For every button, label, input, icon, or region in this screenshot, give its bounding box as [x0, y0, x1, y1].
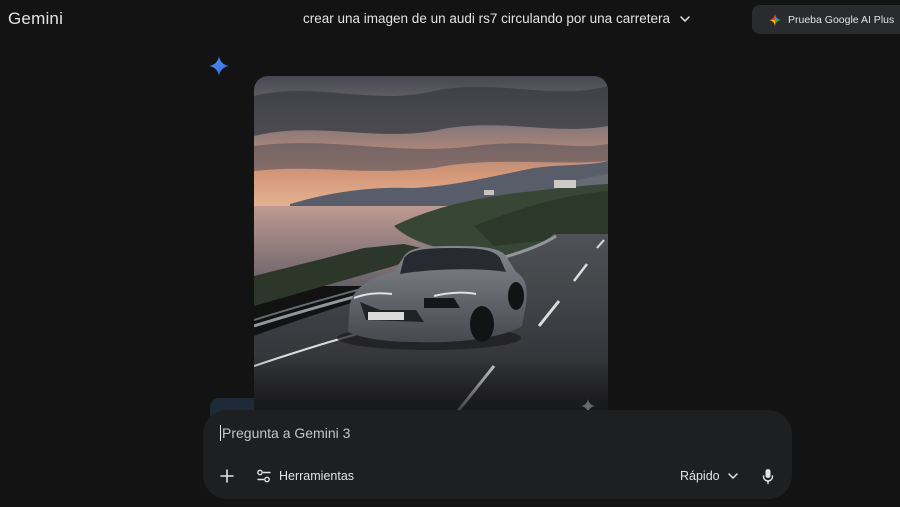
app-title[interactable]: Gemini — [8, 9, 63, 29]
conversation-title-dropdown[interactable]: crear una imagen de un audi rs7 circulan… — [303, 11, 690, 26]
sliders-icon — [257, 469, 271, 483]
tools-label: Herramientas — [279, 469, 355, 483]
upgrade-label: Prueba Google AI Plus — [788, 13, 895, 26]
add-button[interactable] — [217, 466, 237, 486]
prompt-box: Herramientas Rápido — [203, 410, 792, 499]
plus-icon — [220, 469, 234, 483]
microphone-icon — [762, 469, 774, 485]
tools-button[interactable]: Herramientas — [256, 465, 354, 487]
model-mode-dropdown[interactable]: Rápido — [680, 465, 738, 487]
chevron-down-icon — [680, 15, 690, 22]
generated-image[interactable] — [254, 76, 608, 416]
chevron-down-icon — [727, 473, 738, 479]
microphone-button[interactable] — [760, 466, 776, 486]
try-ai-plus-button[interactable]: Prueba Google AI Plus — [752, 5, 900, 34]
mode-label: Rápido — [680, 469, 720, 483]
conversation-title: crear una imagen de un audi rs7 circulan… — [303, 11, 670, 26]
gemini-spark-icon — [209, 56, 229, 81]
prompt-input[interactable] — [220, 425, 760, 441]
gemini-sparkle-icon — [769, 13, 781, 26]
